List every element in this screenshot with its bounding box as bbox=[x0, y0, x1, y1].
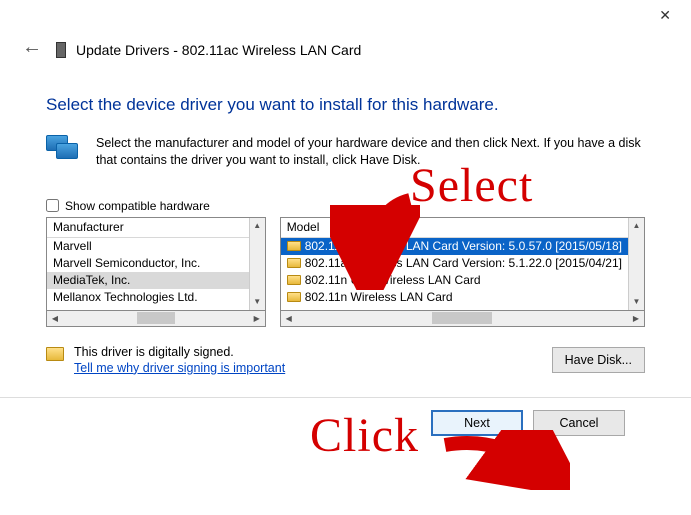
adapter-icon bbox=[287, 241, 301, 251]
model-column-header[interactable]: Model bbox=[281, 218, 628, 238]
scroll-thumb[interactable] bbox=[137, 312, 175, 324]
vertical-scrollbar[interactable]: ▲ ▼ bbox=[628, 218, 644, 310]
list-item[interactable]: 802.11ac Wireless LAN Card Version: 5.1.… bbox=[281, 255, 628, 272]
have-disk-button[interactable]: Have Disk... bbox=[552, 347, 645, 373]
show-compatible-checkbox[interactable]: Show compatible hardware bbox=[46, 199, 645, 213]
close-icon[interactable]: ✕ bbox=[651, 6, 679, 24]
model-label: 802.11ac Wireless LAN Card Version: 5.0.… bbox=[305, 239, 622, 253]
page-heading: Select the device driver you want to ins… bbox=[46, 95, 645, 115]
vertical-scrollbar[interactable]: ▲ ▼ bbox=[249, 218, 265, 310]
scroll-up-icon[interactable]: ▲ bbox=[250, 219, 264, 233]
arrow-icon bbox=[440, 430, 570, 490]
device-icon bbox=[56, 42, 66, 58]
scroll-down-icon[interactable]: ▼ bbox=[250, 295, 264, 309]
scroll-down-icon[interactable]: ▼ bbox=[630, 295, 644, 309]
scroll-thumb[interactable] bbox=[432, 312, 492, 324]
window-title: Update Drivers - 802.11ac Wireless LAN C… bbox=[76, 42, 361, 58]
signing-status: This driver is digitally signed. bbox=[74, 345, 285, 359]
list-item[interactable]: MediaTek, Inc. bbox=[47, 272, 249, 289]
list-item[interactable]: 802.11n USB Wireless LAN Card bbox=[281, 272, 628, 289]
model-label: 802.11n Wireless LAN Card bbox=[305, 290, 453, 304]
scroll-left-icon[interactable]: ◀ bbox=[282, 311, 296, 325]
model-listbox[interactable]: Model 802.11ac Wireless LAN Card Version… bbox=[280, 217, 645, 311]
scroll-right-icon[interactable]: ▶ bbox=[250, 311, 264, 325]
manufacturer-listbox[interactable]: Manufacturer Marvell Marvell Semiconduct… bbox=[46, 217, 266, 311]
adapter-icon bbox=[287, 292, 301, 302]
scroll-left-icon[interactable]: ◀ bbox=[48, 311, 62, 325]
scroll-up-icon[interactable]: ▲ bbox=[630, 219, 644, 233]
model-label: 802.11n USB Wireless LAN Card bbox=[305, 273, 481, 287]
adapter-icon bbox=[287, 258, 301, 268]
horizontal-scrollbar[interactable]: ◀ ▶ bbox=[280, 311, 645, 327]
monitors-icon bbox=[46, 135, 82, 163]
list-item[interactable]: Marvell Semiconductor, Inc. bbox=[47, 255, 249, 272]
manufacturer-column-header[interactable]: Manufacturer bbox=[47, 218, 249, 238]
list-item[interactable]: Marvell bbox=[47, 238, 249, 255]
instruction-text: Select the manufacturer and model of you… bbox=[96, 135, 645, 169]
certificate-icon bbox=[46, 347, 64, 361]
list-item[interactable]: Mellanox Technologies Ltd. bbox=[47, 289, 249, 306]
model-label: 802.11ac Wireless LAN Card Version: 5.1.… bbox=[305, 256, 622, 270]
next-button[interactable]: Next bbox=[431, 410, 523, 436]
scroll-right-icon[interactable]: ▶ bbox=[629, 311, 643, 325]
cancel-button[interactable]: Cancel bbox=[533, 410, 625, 436]
back-arrow-icon[interactable]: ← bbox=[18, 36, 56, 59]
show-compatible-input[interactable] bbox=[46, 199, 59, 212]
list-item[interactable]: 802.11n Wireless LAN Card bbox=[281, 289, 628, 306]
show-compatible-label: Show compatible hardware bbox=[65, 199, 210, 213]
signing-help-link[interactable]: Tell me why driver signing is important bbox=[74, 361, 285, 375]
list-item[interactable]: 802.11ac Wireless LAN Card Version: 5.0.… bbox=[281, 238, 628, 255]
horizontal-scrollbar[interactable]: ◀ ▶ bbox=[46, 311, 266, 327]
adapter-icon bbox=[287, 275, 301, 285]
